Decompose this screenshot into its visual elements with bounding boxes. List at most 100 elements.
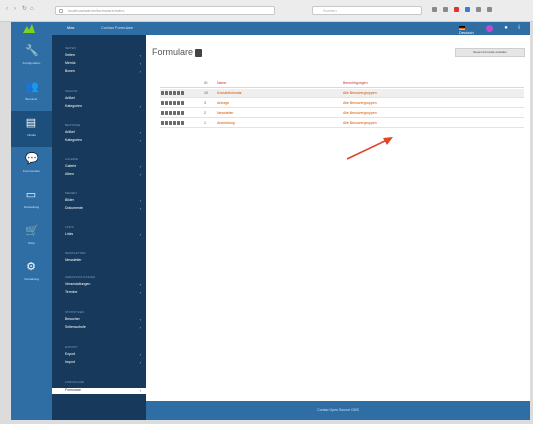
module-kommentare[interactable]: 💬 Kommentare — [11, 147, 52, 183]
nav-item[interactable]: Seiten › — [65, 53, 141, 59]
row-permission-link[interactable]: Alle Benutzergruppen — [343, 121, 377, 125]
nav-item[interactable]: Besucher › — [65, 317, 141, 323]
copy-icon[interactable] — [165, 121, 168, 125]
row-permission-link[interactable]: Alle Benutzergruppen — [343, 111, 377, 115]
info-icon[interactable]: i — [516, 25, 522, 32]
nav-item[interactable]: Newsletter — [65, 258, 141, 264]
chevron-right-icon: › — [139, 198, 141, 203]
reload-icon[interactable]: ↻ — [22, 6, 27, 12]
back-icon[interactable]: ‹ — [6, 6, 11, 12]
info-icon[interactable] — [173, 101, 176, 105]
copy-icon[interactable] — [165, 111, 168, 115]
logo[interactable] — [23, 24, 35, 33]
row-name-link[interactable]: Anmeldung — [217, 121, 235, 125]
chevron-right-icon: › — [139, 164, 141, 169]
column-id[interactable]: ID — [204, 81, 208, 85]
edit-icon[interactable] — [161, 121, 164, 125]
column-permission[interactable]: Berechtigungen — [343, 81, 368, 85]
gear-icon: ⚙ — [26, 261, 36, 273]
delete-icon[interactable] — [169, 91, 172, 95]
move-icon[interactable] — [181, 91, 184, 95]
download-icon[interactable] — [443, 7, 448, 12]
row-permission-link[interactable]: Alle Benutzergruppen — [343, 91, 377, 95]
copy-icon[interactable] — [165, 101, 168, 105]
row-actions — [161, 91, 184, 95]
toggle-icon[interactable] — [177, 111, 180, 115]
avatar[interactable] — [486, 25, 493, 32]
bookmark-icon[interactable] — [432, 7, 437, 12]
nav-item[interactable]: Alben › — [65, 172, 141, 178]
browser-extension-icons — [432, 7, 492, 12]
language-switcher[interactable]: Deutsch — [459, 25, 479, 35]
nav-item-label: Links — [65, 232, 74, 236]
nav-item[interactable]: Artikel › — [65, 130, 141, 136]
row-name-link[interactable]: Newsletter — [217, 111, 234, 115]
window-frame-bottom — [0, 420, 533, 424]
toggle-icon[interactable] — [177, 101, 180, 105]
nav-item[interactable]: Kategorien › — [65, 138, 141, 144]
nav-item-label: Newsletter — [65, 258, 82, 262]
module-darstellung[interactable]: ▭ Darstellung — [11, 183, 52, 219]
menu-icon[interactable] — [487, 7, 492, 12]
nav-item-formulare[interactable]: Formulare › — [52, 388, 146, 394]
nav-item[interactable]: Dokumente › — [65, 206, 141, 212]
row-permission-link[interactable]: Alle Benutzergruppen — [343, 101, 377, 105]
nav-item[interactable]: Import › — [65, 360, 141, 366]
move-icon[interactable] — [181, 121, 184, 125]
module-shop[interactable]: 🛒 Shop — [11, 219, 52, 255]
module-verwaltung[interactable]: ⚙ Verwaltung — [11, 255, 52, 291]
home-icon[interactable]: ⌂ — [30, 6, 35, 12]
nav-section-title: Newsletter — [65, 251, 86, 255]
edit-icon[interactable] — [161, 101, 164, 105]
module-konfiguration[interactable]: 🔧 Konfiguration — [11, 39, 52, 75]
page-title-text: Formulare — [152, 47, 194, 57]
forward-icon[interactable]: › — [14, 6, 19, 12]
module-benutzer[interactable]: 👥 Benutzer — [11, 75, 52, 111]
notifications-icon[interactable]: ● — [503, 25, 509, 32]
nav-item[interactable]: Termine › — [65, 290, 141, 296]
nav-item[interactable]: Links › — [65, 232, 141, 238]
toggle-icon[interactable] — [177, 91, 180, 95]
app-breadcrumb[interactable]: Contao Formulare — [101, 25, 133, 30]
delete-icon[interactable] — [169, 111, 172, 115]
edit-icon[interactable] — [161, 91, 164, 95]
nav-item[interactable]: Kategorien › — [65, 104, 141, 110]
toggle-icon[interactable] — [177, 121, 180, 125]
extension-gray-icon[interactable] — [476, 7, 481, 12]
extension-red-icon[interactable] — [454, 7, 459, 12]
row-name-link[interactable]: Anfrage — [217, 101, 229, 105]
extension-blue-icon[interactable] — [465, 7, 470, 12]
nav-item[interactable]: Seitenaufrufe › — [65, 325, 141, 331]
nav-item-label: Kategorien — [65, 138, 82, 142]
column-name[interactable]: Name — [217, 81, 226, 85]
url-bar[interactable]: localhost/admin/formulare/index — [55, 6, 275, 15]
nav-item[interactable]: Bilder › — [65, 198, 141, 204]
new-form-button[interactable]: Neues Formular erstellen — [455, 48, 525, 57]
delete-icon[interactable] — [169, 101, 172, 105]
info-icon[interactable] — [173, 121, 176, 125]
move-icon[interactable] — [181, 111, 184, 115]
module-label: Verwaltung — [24, 277, 39, 281]
copy-icon[interactable] — [165, 91, 168, 95]
info-icon[interactable] — [173, 111, 176, 115]
delete-icon[interactable] — [169, 121, 172, 125]
nav-item[interactable]: Artikel — [65, 96, 141, 102]
move-icon[interactable] — [181, 101, 184, 105]
chevron-right-icon: › — [139, 130, 141, 135]
footer-text: Contao Open Source CMS — [317, 408, 359, 412]
nav-item[interactable]: Export › — [65, 352, 141, 358]
lock-icon — [59, 9, 63, 13]
info-icon[interactable] — [173, 91, 176, 95]
module-inhalte[interactable]: ▤ Inhalte — [11, 111, 52, 147]
browser-search-input[interactable]: Suchen — [312, 6, 422, 15]
chevron-right-icon: › — [139, 69, 141, 74]
row-name-link[interactable]: Kontaktformular — [217, 91, 242, 95]
document-icon: ▤ — [25, 117, 37, 129]
nav-item[interactable]: Veranstaltungen › — [65, 282, 141, 288]
nav-item[interactable]: Galerie › — [65, 164, 141, 170]
app-user-name[interactable]: Max — [67, 25, 75, 30]
nav-item[interactable]: Boxen › — [65, 69, 141, 75]
nav-item-label: Veranstaltungen — [65, 282, 91, 286]
nav-item[interactable]: Menüs › — [65, 61, 141, 67]
edit-icon[interactable] — [161, 111, 164, 115]
